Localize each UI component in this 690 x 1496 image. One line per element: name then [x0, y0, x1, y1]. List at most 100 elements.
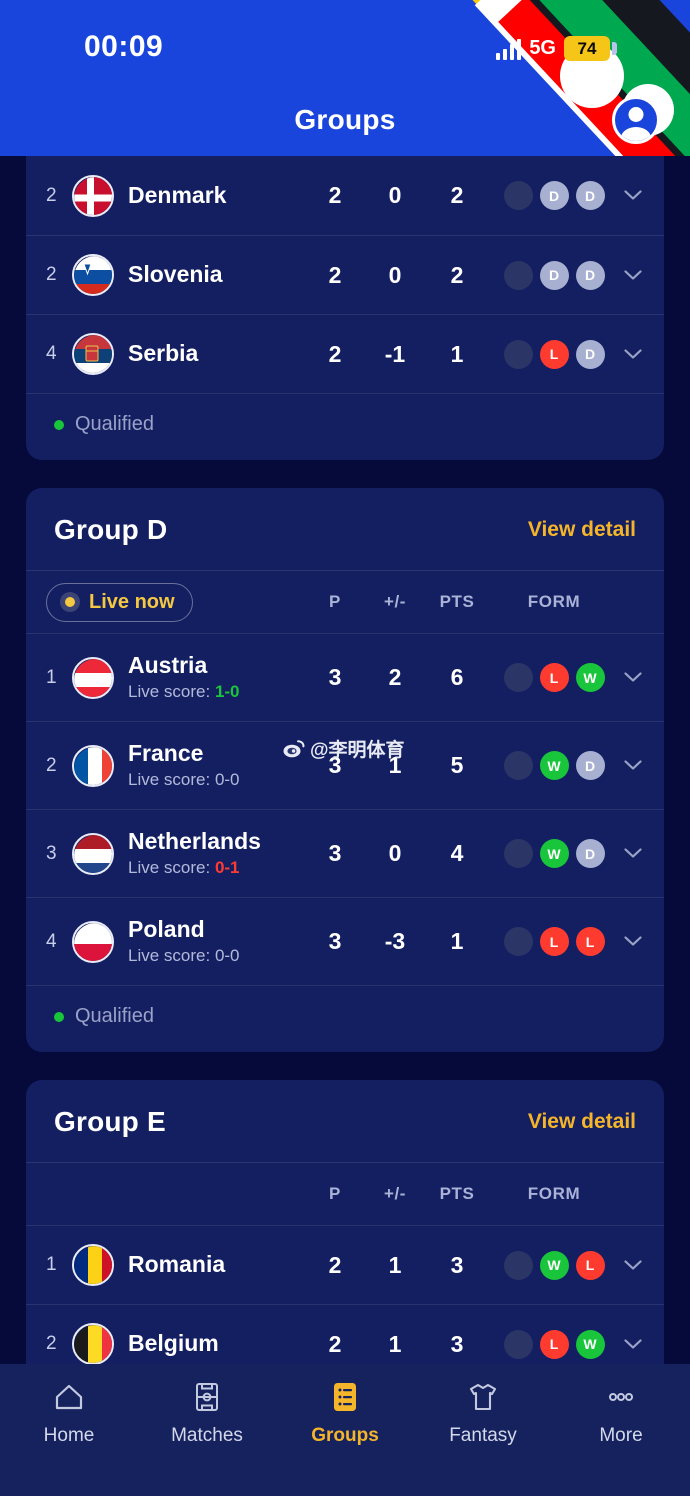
nav-label: More	[599, 1425, 643, 1446]
form-cell: WL	[488, 1250, 620, 1280]
table-row[interactable]: 1 Austria Live score: 1-0 3 2 6 L W	[26, 633, 664, 721]
form-badge-d: D	[575, 751, 605, 780]
qualified-legend-label: Qualified	[75, 413, 154, 435]
nav-label: Matches	[171, 1425, 243, 1446]
qualified-legend: Qualified	[26, 393, 664, 460]
stat-points: 6	[450, 664, 464, 690]
group-title: Group E	[54, 1106, 166, 1137]
poland-flag	[72, 920, 114, 963]
stat-goal-difference: -1	[384, 340, 406, 367]
qualified-dot-icon	[54, 419, 64, 430]
standings-rows: 2 Denmark 2 0 2 D D 2 Slovenia 2 0 2 D D 4 Serbia 2 -1 1 L D	[26, 156, 664, 393]
table-row[interactable]: 2 Denmark 2 0 2 D D	[26, 156, 664, 235]
form-cell: DD	[488, 181, 620, 210]
column-header-left: Live now	[46, 582, 306, 622]
team-info: Denmark	[128, 181, 306, 209]
groups-scroll-area[interactable]: 2 Denmark 2 0 2 D D 2 Slovenia 2 0 2 D D 4 Serbia 2 -1 1 L D…	[0, 156, 690, 1364]
column-header-gd: +/-	[383, 592, 407, 611]
column-header-p: P	[329, 592, 341, 611]
battery-percent-label: 74	[577, 38, 597, 58]
team-info: Romania	[128, 1251, 306, 1278]
form-cell: LW	[488, 1329, 620, 1359]
live-dot-icon	[60, 592, 80, 612]
team-info: Slovenia	[128, 261, 306, 288]
standings-rows: 1 Romania 2 1 3 W L 2 Belgium 2 1 3 L W	[26, 1225, 664, 1364]
live-score-label: Live score:	[128, 945, 215, 965]
nav-item-fantasy[interactable]: Fantasy	[414, 1378, 552, 1447]
stat-points: 1	[450, 928, 464, 954]
stat-points: 2	[450, 182, 464, 208]
stat-points: 2	[450, 261, 464, 288]
table-row[interactable]: 2 France Live score: 0-0 3 1 5 W D	[26, 721, 664, 809]
team-rank: 1	[46, 666, 57, 688]
nav-item-home[interactable]: Home	[0, 1378, 138, 1447]
status-bar-clock: 00:09	[84, 30, 164, 63]
group-title: Group D	[54, 514, 168, 545]
live-now-badge[interactable]: Live now	[46, 582, 193, 622]
chevron-down-icon[interactable]	[620, 936, 646, 947]
table-row[interactable]: 2 Slovenia 2 0 2 D D	[26, 235, 664, 314]
live-score-label: Live score:	[128, 681, 215, 701]
column-header-gd: +/-	[383, 1184, 407, 1203]
team-name: Slovenia	[128, 261, 223, 288]
live-score-text: Live score: 0-0	[128, 946, 306, 966]
nav-label: Home	[43, 1425, 95, 1446]
bottom-navigation[interactable]: Home Matches Groups Fantasy More	[0, 1364, 690, 1496]
form-badge-l: L	[539, 927, 569, 956]
qualified-legend: Qualified	[26, 985, 664, 1052]
team-name: Poland	[128, 916, 205, 943]
stat-points: 4	[450, 840, 464, 866]
form-badge-empty	[503, 839, 533, 868]
table-row[interactable]: 4 Poland Live score: 0-0 3 -3 1 L L	[26, 897, 664, 985]
battery-indicator: 74	[564, 36, 617, 61]
signal-bars-icon	[496, 38, 522, 60]
team-rank: 2	[46, 184, 57, 206]
chevron-down-icon[interactable]	[620, 1338, 646, 1350]
group-card-header: Group D View detail	[26, 488, 664, 571]
team-rank: 2	[46, 264, 57, 285]
form-badge-w: W	[575, 663, 605, 692]
team-rank: 1	[46, 1254, 57, 1275]
team-name: Netherlands	[128, 828, 261, 855]
chevron-down-icon[interactable]	[620, 760, 646, 771]
standings-rows: 1 Austria Live score: 1-0 3 2 6 L W 2 France Live …	[26, 633, 664, 985]
column-header-pts: PTS	[439, 1184, 475, 1203]
team-rank: 4	[46, 930, 57, 952]
qualified-legend-label: Qualified	[75, 1005, 154, 1027]
table-row[interactable]: 1 Romania 2 1 3 W L	[26, 1225, 664, 1304]
stat-played: 3	[328, 928, 342, 954]
live-score-text: Live score: 1-0	[128, 682, 306, 702]
form-cell: DD	[488, 260, 620, 290]
chevron-down-icon[interactable]	[620, 190, 646, 201]
user-avatar-icon[interactable]	[612, 96, 660, 144]
home-icon	[50, 1378, 88, 1416]
form-badge-empty	[503, 260, 533, 290]
group-card: 2 Denmark 2 0 2 D D 2 Slovenia 2 0 2 D D 4 Serbia 2 -1 1 L D…	[26, 156, 664, 460]
table-row[interactable]: 2 Belgium 2 1 3 L W	[26, 1304, 664, 1364]
column-header-p: P	[329, 1184, 341, 1203]
nav-item-groups[interactable]: Groups	[276, 1378, 414, 1447]
stat-goal-difference: 0	[388, 261, 402, 288]
table-row[interactable]: 3 Netherlands Live score: 0-1 3 0 4 W D	[26, 809, 664, 897]
column-header-pts: PTS	[439, 592, 475, 611]
form-badge-empty	[503, 663, 533, 692]
view-detail-link[interactable]: View detail	[528, 518, 636, 542]
view-detail-link[interactable]: View detail	[528, 1110, 636, 1134]
team-name: Denmark	[128, 181, 227, 208]
form-badge-empty	[503, 927, 533, 956]
team-info: France Live score: 0-0	[128, 740, 306, 790]
app-header: 00:09 5G 74 Groups	[0, 0, 690, 156]
nav-item-matches[interactable]: Matches	[138, 1378, 276, 1447]
chevron-down-icon[interactable]	[620, 672, 646, 683]
pitch-icon	[188, 1378, 226, 1416]
form-cell: LW	[488, 663, 620, 692]
stat-goal-difference: 2	[388, 664, 402, 690]
chevron-down-icon[interactable]	[620, 1259, 646, 1271]
france-flag	[72, 744, 114, 787]
chevron-down-icon[interactable]	[620, 848, 646, 859]
table-row[interactable]: 4 Serbia 2 -1 1 L D	[26, 314, 664, 393]
chevron-down-icon[interactable]	[620, 269, 646, 281]
live-score-text: Live score: 0-1	[128, 858, 306, 878]
chevron-down-icon[interactable]	[620, 348, 646, 360]
nav-item-more[interactable]: More	[552, 1378, 690, 1447]
